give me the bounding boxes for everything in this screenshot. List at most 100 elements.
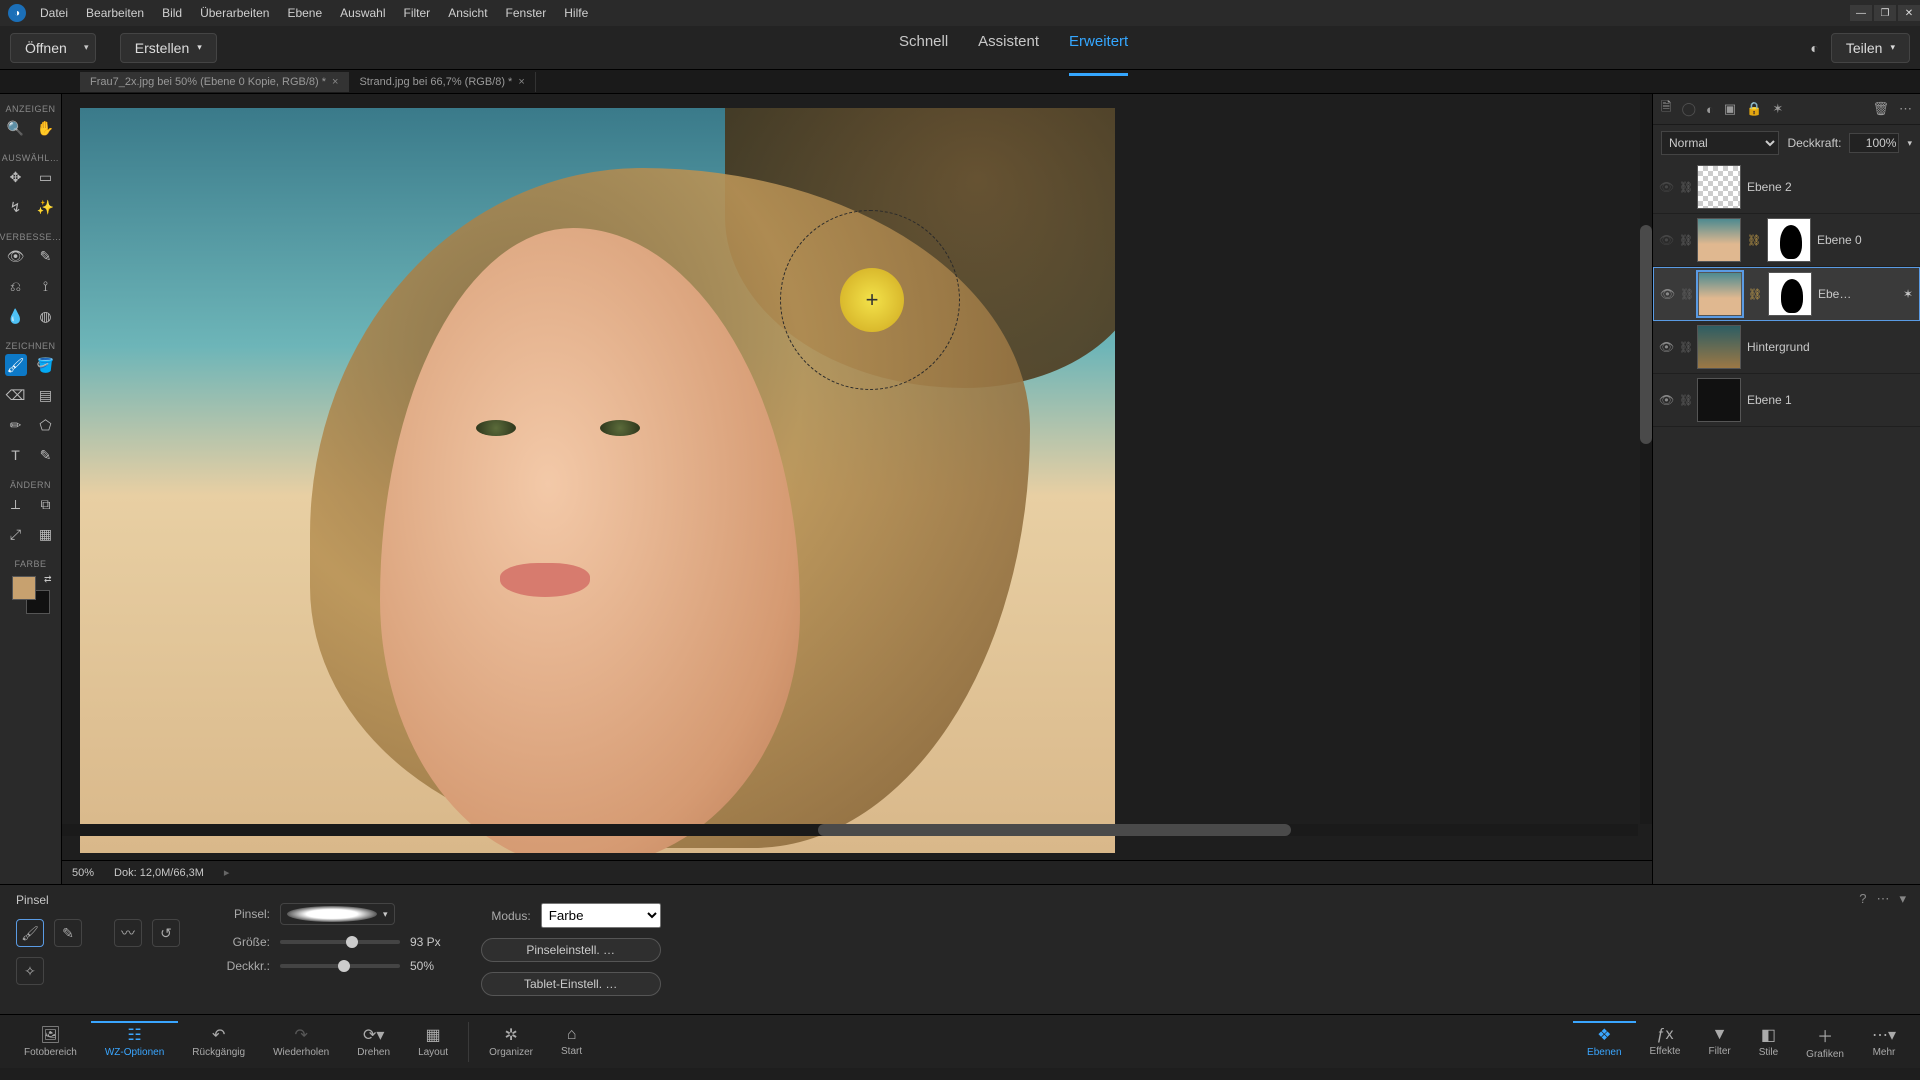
foreground-swatch[interactable] — [12, 576, 36, 600]
rotate-button[interactable]: ⟳▾Drehen — [343, 1021, 404, 1062]
layer-name[interactable]: Ebe… — [1818, 287, 1851, 301]
theme-toggle-icon[interactable]: ◐ — [1810, 40, 1818, 56]
layer-thumbnail[interactable] — [1697, 378, 1741, 422]
layer-name[interactable]: Ebene 2 — [1747, 180, 1792, 194]
spot-heal-tool[interactable]: ✎ — [35, 245, 57, 267]
menu-view[interactable]: Ansicht — [446, 2, 489, 24]
blur-tool[interactable]: 💧 — [5, 305, 27, 327]
layer-row-ebene0-kopie[interactable]: 👁 ⛓ ⛓ Ebe… ✶ — [1653, 267, 1920, 321]
layers-panel-button[interactable]: ❖Ebenen — [1573, 1021, 1635, 1062]
opacity-input[interactable] — [1849, 133, 1899, 153]
organizer-button[interactable]: ✲Organizer — [475, 1021, 547, 1062]
layer-thumbnail[interactable] — [1697, 165, 1741, 209]
straighten-tool[interactable]: ⤢ — [5, 523, 27, 545]
brush-variant-hard[interactable]: ✎ — [54, 919, 82, 947]
menu-edit[interactable]: Bearbeiten — [84, 2, 146, 24]
wand-tool[interactable]: ✨ — [35, 196, 57, 218]
layer-name[interactable]: Hintergrund — [1747, 340, 1810, 354]
hand-tool[interactable]: ✋ — [35, 117, 57, 139]
layer-name[interactable]: Ebene 0 — [1817, 233, 1862, 247]
vertical-scrollbar[interactable] — [1640, 94, 1652, 824]
marquee-tool[interactable]: ▭ — [35, 166, 57, 188]
size-value[interactable]: 93 Px — [410, 935, 441, 949]
layer-row-ebene0[interactable]: 👁 ⛓ ⛓ Ebene 0 — [1653, 214, 1920, 267]
photobin-button[interactable]: 🖼Fotobereich — [10, 1021, 91, 1062]
zoom-indicator[interactable]: 50% — [72, 867, 94, 879]
close-icon[interactable]: × — [332, 76, 338, 88]
link-icon[interactable]: ✶ — [1772, 101, 1783, 117]
layer-row-hintergrund[interactable]: 👁 ⛓ Hintergrund — [1653, 321, 1920, 374]
share-button[interactable]: Teilen ▾ — [1831, 33, 1910, 63]
mode-advanced-tab[interactable]: Erweitert — [1069, 33, 1128, 76]
visibility-toggle[interactable]: 👁 — [1659, 340, 1673, 354]
trash-icon[interactable]: 🗑 — [1872, 101, 1889, 117]
recompose-tool[interactable]: ⧉ — [35, 493, 57, 515]
visibility-toggle[interactable]: 👁 — [1659, 233, 1673, 247]
clone-tool[interactable]: ⎌ — [5, 275, 27, 297]
new-layer-icon[interactable]: 🗎 — [1661, 98, 1671, 120]
brush-tool[interactable]: 🖌 — [5, 354, 27, 376]
mode-assistant-tab[interactable]: Assistent — [978, 33, 1039, 62]
eyedropper-tool[interactable]: ✎ — [35, 444, 57, 466]
brush-variant-impression[interactable]: 〰 — [114, 919, 142, 947]
redo-button[interactable]: ↷Wiederholen — [259, 1021, 343, 1062]
menu-image[interactable]: Bild — [160, 2, 184, 24]
brush-variant-replace[interactable]: ↺ — [152, 919, 180, 947]
document-tab-2[interactable]: Strand.jpg bei 66,7% (RGB/8) * × — [349, 72, 535, 92]
chevron-down-icon[interactable]: ▾ — [1907, 138, 1912, 149]
fx-icon[interactable]: ◯ — [1681, 101, 1696, 117]
brush-preset-dropdown[interactable]: ▾ — [280, 903, 395, 925]
layout-button[interactable]: ▦Layout — [404, 1021, 462, 1062]
lasso-tool[interactable]: ↯ — [5, 196, 27, 218]
home-button[interactable]: ⌂Start — [547, 1022, 596, 1061]
blend-mode-select[interactable]: Normal — [1661, 131, 1779, 155]
layer-mask-thumbnail[interactable] — [1767, 218, 1811, 262]
tablet-settings-button[interactable]: Tablet-Einstell. … — [481, 972, 661, 996]
swap-colors-icon[interactable]: ⇄ — [44, 574, 52, 585]
text-tool[interactable]: T — [5, 444, 27, 466]
layer-name[interactable]: Ebene 1 — [1747, 393, 1792, 407]
lock-icon[interactable]: 🔒 — [1746, 101, 1762, 117]
opacity-slider[interactable] — [280, 964, 400, 968]
window-restore-button[interactable]: ❐ — [1874, 5, 1896, 21]
shape-tool[interactable]: ⬠ — [35, 414, 57, 436]
lock-toggle[interactable]: ⛓ — [1679, 341, 1691, 354]
lock-toggle[interactable]: ⛓ — [1680, 288, 1692, 301]
lock-toggle[interactable]: ⛓ — [1679, 394, 1691, 407]
menu-filter[interactable]: Filter — [402, 2, 433, 24]
layer-thumbnail[interactable] — [1697, 325, 1741, 369]
visibility-toggle[interactable]: 👁 — [1659, 393, 1673, 407]
menu-enhance[interactable]: Überarbeiten — [198, 2, 271, 24]
help-icon[interactable]: ? — [1859, 891, 1866, 907]
layer-thumbnail[interactable] — [1698, 272, 1742, 316]
redeye-tool[interactable]: 👁 — [5, 245, 27, 267]
close-icon[interactable]: × — [518, 76, 524, 88]
document-tab-1[interactable]: Frau7_2x.jpg bei 50% (Ebene 0 Kopie, RGB… — [80, 72, 349, 92]
menu-window[interactable]: Fenster — [504, 2, 549, 24]
open-button[interactable]: Öffnen — [10, 33, 82, 63]
mode-quick-tab[interactable]: Schnell — [899, 33, 948, 62]
brush-settings-button[interactable]: Pinseleinstell. … — [481, 938, 661, 962]
more-panel-button[interactable]: ⋯▾Mehr — [1858, 1021, 1910, 1062]
adjust-icon[interactable]: ◐ — [1706, 102, 1714, 117]
menu-file[interactable]: Datei — [38, 2, 70, 24]
graphics-panel-button[interactable]: ＋Grafiken — [1792, 1019, 1858, 1064]
menu-help[interactable]: Hilfe — [562, 2, 590, 24]
window-minimize-button[interactable]: — — [1850, 5, 1872, 21]
color-swatches[interactable]: ⇄ — [12, 576, 50, 614]
options-menu-icon[interactable]: ⋯ — [1876, 891, 1889, 907]
content-move-tool[interactable]: ▦ — [35, 523, 57, 545]
undo-button[interactable]: ↶Rückgängig — [178, 1021, 259, 1062]
pencil-tool[interactable]: ✏ — [5, 414, 27, 436]
brush-blend-mode-select[interactable]: Farbe — [541, 903, 661, 928]
brush-variant-soft[interactable]: 🖌 — [16, 919, 44, 947]
menu-select[interactable]: Auswahl — [338, 2, 387, 24]
tool-options-button[interactable]: ☷WZ-Optionen — [91, 1021, 178, 1062]
visibility-toggle[interactable]: 👁 — [1660, 287, 1674, 301]
menu-layer[interactable]: Ebene — [285, 2, 324, 24]
gradient-tool[interactable]: ▤ — [35, 384, 57, 406]
stamp-tool[interactable]: ⟟ — [35, 275, 57, 297]
visibility-toggle[interactable]: 👁 — [1659, 180, 1673, 194]
effects-panel-button[interactable]: ƒxEffekte — [1636, 1022, 1695, 1061]
create-button[interactable]: Erstellen ▾ — [120, 33, 217, 63]
